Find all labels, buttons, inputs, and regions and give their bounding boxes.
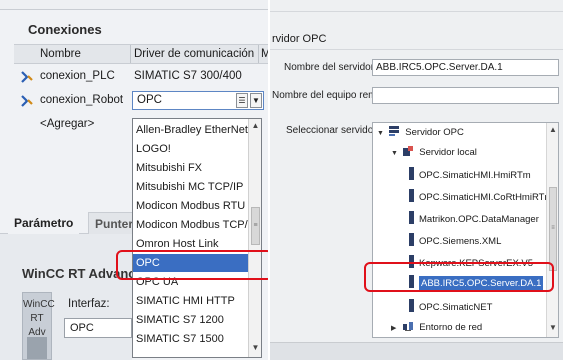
tree-node-label: Matrikon.OPC.DataManager bbox=[419, 214, 539, 225]
scrollbar-thumb[interactable]: ≡ bbox=[549, 187, 557, 271]
connection-icon bbox=[21, 95, 33, 107]
expand-arrow-icon[interactable]: ▼ bbox=[377, 126, 385, 142]
properties-tabs: Parámetro Punter bbox=[0, 206, 141, 234]
scroll-up-icon[interactable]: ▲ bbox=[250, 121, 261, 133]
status-strip bbox=[270, 342, 563, 360]
opc-server-pane: rvidor OPC Nombre del servidor OPC: ABB.… bbox=[270, 0, 563, 360]
dropdown-option[interactable]: SIMATIC S7 1200 bbox=[133, 311, 249, 329]
scroll-up-icon[interactable]: ▲ bbox=[548, 125, 558, 137]
opc-server-tree[interactable]: ▼ Servidor OPC ▼ Servidor local OPC.Sima… bbox=[372, 122, 559, 338]
edit-list-icon[interactable]: ☰ bbox=[236, 93, 248, 108]
server-icon bbox=[409, 211, 414, 224]
tree-node-label: OPC.Siemens.XML bbox=[419, 236, 502, 247]
dropdown-option[interactable]: Allen-Bradley EtherNet/IP bbox=[133, 121, 249, 139]
driver-select[interactable]: OPC ☰ ▼ bbox=[132, 91, 264, 110]
connection-name: conexion_Robot bbox=[40, 94, 124, 106]
table-row[interactable]: conexion_PLC SIMATIC S7 300/400 bbox=[14, 66, 268, 88]
tab-parametro[interactable]: Parámetro bbox=[8, 212, 80, 234]
dropdown-scrollbar[interactable]: ▲ ≡ ▼ bbox=[248, 119, 261, 357]
pane-title: rvidor OPC bbox=[270, 30, 563, 50]
column-header-name[interactable]: Nombre bbox=[40, 48, 81, 60]
tree-node-label: Entorno de red bbox=[419, 322, 483, 333]
column-divider[interactable] bbox=[258, 45, 259, 63]
tree-node-label: OPC.SimaticHMI.CoRtHmiRTm bbox=[419, 192, 553, 203]
connections-pane: Conexiones Nombre Driver de comunicación… bbox=[0, 0, 268, 360]
expand-arrow-icon[interactable]: ▼ bbox=[391, 146, 399, 162]
opc-server-icon bbox=[388, 126, 399, 136]
tree-node-root[interactable]: ▼ Servidor OPC bbox=[377, 125, 464, 141]
connections-table-header: Nombre Driver de comunicación M bbox=[14, 44, 268, 64]
dropdown-option[interactable]: SIMATIC S7 1500 bbox=[133, 330, 249, 348]
remote-computer-field[interactable] bbox=[372, 87, 559, 104]
column-divider[interactable] bbox=[130, 45, 131, 63]
tree-scrollbar[interactable]: ▲ ≡ ▼ bbox=[546, 123, 558, 337]
server-icon bbox=[409, 233, 414, 246]
server-icon bbox=[409, 299, 414, 312]
connections-title: Conexiones bbox=[28, 22, 102, 37]
highlight-box bbox=[116, 250, 268, 280]
dropdown-option[interactable]: Mitsubishi MC TCP/IP bbox=[133, 178, 249, 196]
dropdown-option[interactable]: Mitsubishi FX bbox=[133, 159, 249, 177]
tree-node-label: OPC.SimaticNET bbox=[419, 302, 493, 313]
wincc-runtime-block: WinCC RT Adv bbox=[22, 292, 55, 360]
runtime-icon bbox=[27, 337, 47, 359]
scrollbar-thumb[interactable]: ≡ bbox=[251, 207, 260, 245]
server-icon bbox=[409, 167, 414, 180]
dropdown-option[interactable]: Modicon Modbus TCP/IP bbox=[133, 216, 249, 234]
chevron-down-icon[interactable]: ▼ bbox=[250, 93, 262, 108]
wincc-panel: WinCC RT Advanced WinCC RT Adv Interfaz:… bbox=[0, 234, 151, 360]
tree-node-server[interactable]: OPC.SimaticNET bbox=[409, 299, 492, 315]
scroll-down-icon[interactable]: ▼ bbox=[548, 323, 558, 335]
column-header-driver[interactable]: Driver de comunicación bbox=[134, 48, 254, 60]
table-row[interactable]: conexion_Robot OPC ☰ ▼ bbox=[14, 90, 268, 112]
expand-arrow-icon[interactable]: ▶ bbox=[391, 321, 399, 337]
local-server-icon bbox=[402, 146, 413, 156]
tree-node-label: Servidor local bbox=[419, 147, 477, 158]
dropdown-option[interactable]: Modicon Modbus RTU bbox=[133, 197, 249, 215]
dropdown-option[interactable]: SIMATIC HMI HTTP bbox=[133, 292, 249, 310]
tree-node-server[interactable]: Matrikon.OPC.DataManager bbox=[409, 211, 539, 227]
tree-node-server[interactable]: OPC.SimaticHMI.CoRtHmiRTm bbox=[409, 189, 552, 205]
interfaz-field[interactable]: OPC bbox=[64, 318, 132, 338]
connection-name: conexion_PLC bbox=[40, 70, 115, 82]
server-name-field[interactable]: ABB.IRC5.OPC.Server.DA.1 bbox=[372, 59, 559, 76]
driver-select-value: OPC bbox=[137, 94, 162, 106]
interfaz-label: Interfaz: bbox=[68, 298, 110, 310]
network-icon bbox=[402, 322, 413, 331]
connection-icon bbox=[21, 71, 33, 83]
scroll-down-icon[interactable]: ▼ bbox=[250, 343, 261, 355]
tree-node-label: OPC.SimaticHMI.HmiRTm bbox=[419, 170, 531, 181]
wincc-side-label: WinCC RT Adv bbox=[23, 299, 55, 338]
driver-dropdown-list[interactable]: Allen-Bradley EtherNet/IP LOGO! Mitsubis… bbox=[132, 118, 262, 358]
tree-node-network[interactable]: ▶ Entorno de red bbox=[391, 320, 482, 336]
toolbar-strip bbox=[0, 0, 268, 10]
tree-node-server[interactable]: OPC.SimaticHMI.HmiRTm bbox=[409, 167, 531, 183]
toolbar-strip bbox=[270, 0, 563, 12]
dropdown-option[interactable]: LOGO! bbox=[133, 140, 249, 158]
tree-node-local[interactable]: ▼ Servidor local bbox=[391, 145, 477, 161]
highlight-box bbox=[364, 262, 554, 292]
connection-driver[interactable]: SIMATIC S7 300/400 bbox=[134, 70, 242, 82]
tree-node-label: Servidor OPC bbox=[405, 127, 464, 138]
tree-node-server[interactable]: OPC.Siemens.XML bbox=[409, 233, 501, 249]
add-connection-link[interactable]: <Agregar> bbox=[40, 118, 94, 130]
column-header-m[interactable]: M bbox=[261, 48, 268, 60]
server-icon bbox=[409, 189, 414, 202]
